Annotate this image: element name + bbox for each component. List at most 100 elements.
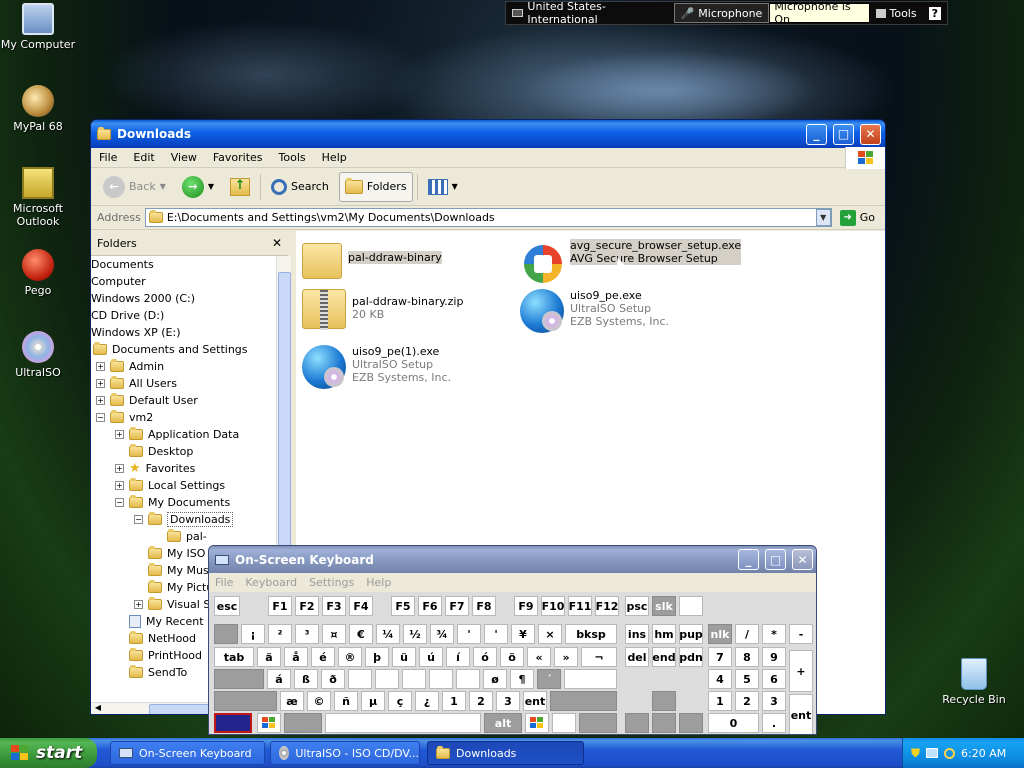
menu-edit[interactable]: Edit: [125, 151, 162, 164]
key[interactable]: 6: [762, 669, 786, 689]
key[interactable]: -: [789, 624, 813, 644]
tree-item-vm2[interactable]: − vm2: [96, 409, 153, 426]
minimize-button[interactable]: _: [806, 123, 827, 145]
key[interactable]: «: [527, 647, 551, 667]
tree-item-downloads[interactable]: − Downloads: [134, 511, 234, 528]
key[interactable]: hm: [652, 624, 676, 644]
key[interactable]: æ: [280, 691, 304, 711]
key[interactable]: slk: [652, 596, 676, 616]
file-item-uiso9-pe[interactable]: uiso9_pe.exe UltraISO Setup EZB Systems,…: [520, 289, 669, 333]
key[interactable]: F3: [322, 596, 346, 616]
expand-icon[interactable]: +: [134, 600, 143, 609]
desktop-icon-outlook[interactable]: Microsoft Outlook: [0, 167, 76, 228]
desktop-icon-pego[interactable]: Pego: [0, 249, 76, 297]
key[interactable]: pdn: [679, 647, 703, 667]
key-blank[interactable]: [325, 713, 481, 733]
key[interactable]: psc: [625, 596, 649, 616]
key[interactable]: [679, 713, 703, 733]
key-blank[interactable]: [402, 669, 426, 689]
key[interactable]: €: [349, 624, 373, 644]
osk-minimize-button[interactable]: _: [738, 549, 759, 570]
key[interactable]: [652, 691, 676, 711]
windows-key-icon[interactable]: [257, 713, 281, 733]
key[interactable]: ¾: [430, 624, 454, 644]
tree-item-nethood[interactable]: NetHood: [129, 630, 196, 647]
task-ultraiso[interactable]: UltraISO - ISO CD/DV...: [270, 741, 420, 765]
key[interactable]: 8: [735, 647, 759, 667]
key[interactable]: 3: [762, 691, 786, 711]
key[interactable]: é: [311, 647, 335, 667]
key[interactable]: ü: [392, 647, 416, 667]
language-indicator[interactable]: United States-International: [506, 0, 674, 26]
key[interactable]: 0: [708, 713, 759, 733]
collapse-icon[interactable]: −: [134, 515, 143, 524]
windows-key-icon[interactable]: [525, 713, 549, 733]
help-button[interactable]: ?: [923, 3, 947, 23]
tree-item-documents[interactable]: Documents: [91, 256, 154, 273]
key[interactable]: ó: [473, 647, 497, 667]
tree-item-sendto[interactable]: SendTo: [129, 664, 187, 681]
key[interactable]: F9: [514, 596, 538, 616]
desktop-icon-mypal[interactable]: MyPal 68: [0, 85, 76, 133]
tree-item-favorites[interactable]: + ★ Favorites: [115, 460, 195, 477]
desktop-icon-my-computer[interactable]: My Computer: [0, 3, 76, 51]
key[interactable]: F12: [595, 596, 619, 616]
key[interactable]: bksp: [565, 624, 617, 644]
forward-button[interactable]: → ▼: [176, 172, 220, 202]
file-item-avg-secure-browser-setup[interactable]: avg_secure_browser_setup.exe AVG Secure …: [520, 239, 742, 283]
key[interactable]: ®: [338, 647, 362, 667]
tree-item-pal[interactable]: pal-: [167, 528, 207, 545]
go-button[interactable]: ➜ Go: [836, 209, 879, 226]
key[interactable]: ×: [538, 624, 562, 644]
key-blank[interactable]: [429, 669, 453, 689]
key[interactable]: ent: [789, 694, 813, 734]
menu-file[interactable]: File: [91, 151, 125, 164]
key[interactable]: »: [554, 647, 578, 667]
file-item-pal-ddraw-binary-zip[interactable]: pal-ddraw-binary.zip 20 KB: [302, 289, 463, 330]
scroll-left-button[interactable]: ◀: [91, 703, 105, 714]
menu-tools[interactable]: Tools: [271, 151, 314, 164]
key[interactable]: ñ: [334, 691, 358, 711]
key[interactable]: 1: [442, 691, 466, 711]
key[interactable]: F5: [391, 596, 415, 616]
close-button[interactable]: ✕: [860, 123, 881, 145]
key[interactable]: þ: [365, 647, 389, 667]
key[interactable]: ent: [523, 691, 547, 711]
tree-item-desktop[interactable]: Desktop: [129, 443, 193, 460]
task-downloads[interactable]: Downloads: [427, 741, 584, 765]
osk-close-button[interactable]: ✕: [792, 549, 813, 570]
tree-item-drive-c[interactable]: Windows 2000 (C:): [91, 290, 195, 307]
key[interactable]: á: [267, 669, 291, 689]
menu-view[interactable]: View: [163, 151, 205, 164]
key[interactable]: 2: [469, 691, 493, 711]
key[interactable]: F10: [541, 596, 565, 616]
address-dropdown-button[interactable]: ▼: [815, 209, 831, 226]
key-blank[interactable]: [284, 713, 322, 733]
osk-menu-settings[interactable]: Settings: [303, 576, 360, 589]
key[interactable]: F4: [349, 596, 373, 616]
osk-menu-file[interactable]: File: [209, 576, 239, 589]
key[interactable]: µ: [361, 691, 385, 711]
key[interactable]: F2: [295, 596, 319, 616]
search-button[interactable]: Search: [265, 172, 335, 202]
key[interactable]: ø: [483, 669, 507, 689]
key[interactable]: [652, 713, 676, 733]
key[interactable]: ß: [294, 669, 318, 689]
task-on-screen-keyboard[interactable]: On-Screen Keyboard: [110, 741, 265, 765]
up-folder-button[interactable]: ↑: [224, 172, 256, 202]
tree-item-drive-e[interactable]: Windows XP (E:): [91, 324, 181, 341]
key-blank[interactable]: [214, 669, 264, 689]
tree-item-visual-studio[interactable]: + Visual St: [134, 596, 215, 613]
key[interactable]: ': [484, 624, 508, 644]
key[interactable]: F7: [445, 596, 469, 616]
key-blank[interactable]: [214, 713, 252, 733]
tree-item-admin[interactable]: + Admin: [96, 358, 164, 375]
tree-item-drive-d[interactable]: CD Drive (D:): [91, 307, 164, 324]
tree-item-application-data[interactable]: + Application Data: [115, 426, 239, 443]
key[interactable]: ²: [268, 624, 292, 644]
key[interactable]: F6: [418, 596, 442, 616]
key-blank[interactable]: [679, 596, 703, 616]
osk-titlebar[interactable]: On-Screen Keyboard _ □ ✕: [209, 546, 816, 573]
key[interactable]: alt: [484, 713, 522, 733]
osk-maximize-button[interactable]: □: [765, 549, 786, 570]
